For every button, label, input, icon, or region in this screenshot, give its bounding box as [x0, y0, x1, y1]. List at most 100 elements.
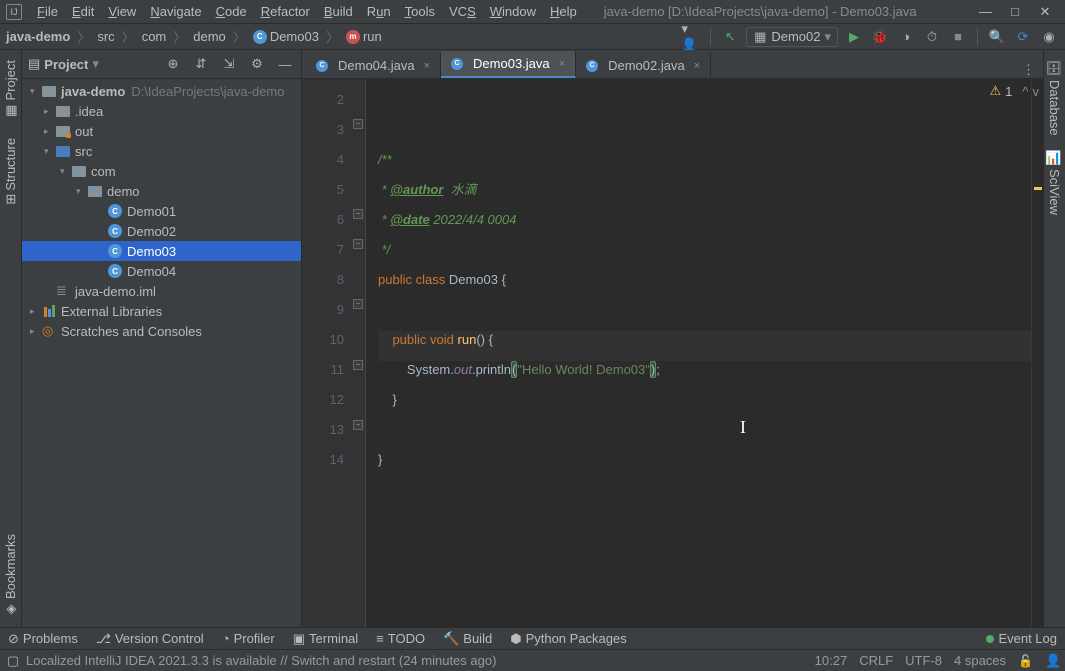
inspections-widget[interactable]: ⚠1 ^ v — [990, 83, 1040, 99]
fold-toggle-icon[interactable]: − — [353, 239, 363, 249]
tree-file-demo04[interactable]: CDemo04 — [22, 261, 301, 281]
project-icon: ▦ — [3, 103, 18, 118]
tree-scratches[interactable]: ▸◎Scratches and Consoles — [22, 321, 301, 341]
warning-marker[interactable] — [1034, 187, 1042, 190]
maximize-button[interactable]: □ — [1009, 4, 1021, 20]
terminal-icon: ▣ — [293, 631, 305, 647]
tool-version-control[interactable]: ⎇Version Control — [96, 631, 204, 647]
update-icon[interactable]: ⟳ — [1013, 27, 1033, 47]
file-encoding[interactable]: UTF-8 — [905, 653, 942, 668]
tool-windows-icon[interactable]: ▢ — [6, 653, 20, 669]
breadcrumb: java-demo 〉 src 〉 com 〉 demo 〉 CDemo03 〉… — [6, 27, 382, 46]
menu-code[interactable]: Code — [209, 4, 254, 19]
profile-icon[interactable]: ⏱ — [922, 27, 942, 47]
tree-root[interactable]: ▾java-demoD:\IdeaProjects\java-demo — [22, 81, 301, 101]
settings-gear-icon[interactable]: ⚙ — [247, 54, 267, 74]
tool-tab-database[interactable]: 🗄Database — [1047, 60, 1062, 135]
run-config-selector[interactable]: ▦ Demo02 ▾ — [746, 27, 838, 47]
menu-refactor[interactable]: Refactor — [254, 4, 317, 19]
tree-file-demo01[interactable]: CDemo01 — [22, 201, 301, 221]
search-everywhere-icon[interactable]: 🔍 — [987, 27, 1007, 47]
code-editor[interactable]: ⚠1 ^ v 234 567 8910 111213 14 − − − − − … — [302, 79, 1043, 627]
menu-view[interactable]: View — [101, 4, 143, 19]
tool-problems[interactable]: ⊘Problems — [8, 631, 78, 647]
ide-settings-icon[interactable]: ◉ — [1039, 27, 1059, 47]
tool-terminal[interactable]: ▣Terminal — [293, 631, 358, 647]
breadcrumb-pkg-com[interactable]: com — [142, 29, 167, 44]
status-message[interactable]: Localized IntelliJ IDEA 2021.3.3 is avai… — [26, 653, 496, 668]
tool-profiler[interactable]: ◔Profiler — [222, 631, 275, 646]
structure-icon: ⊞ — [3, 194, 18, 205]
fold-toggle-icon[interactable]: − — [353, 299, 363, 309]
menu-help[interactable]: Help — [543, 4, 584, 19]
project-view-selector[interactable]: ▤Project ▾ — [28, 56, 99, 72]
close-icon[interactable]: × — [694, 60, 700, 72]
fold-gutter[interactable]: − − − − − − — [352, 79, 366, 627]
tree-folder-src[interactable]: ▾src — [22, 141, 301, 161]
build-hammer-icon[interactable]: ↖ — [720, 27, 740, 47]
tool-todo[interactable]: ≡TODO — [376, 631, 425, 646]
tool-tab-structure[interactable]: ⊞Structure — [3, 138, 18, 205]
breadcrumb-class[interactable]: CDemo03 — [253, 29, 319, 44]
run-button-icon[interactable]: ▶ — [844, 27, 864, 47]
locate-icon[interactable]: ⊕ — [163, 54, 183, 74]
stop-icon[interactable]: ■ — [948, 27, 968, 47]
tab-demo04[interactable]: CDemo04.java× — [306, 53, 441, 78]
python-icon: ⬢ — [510, 631, 521, 647]
caret-position[interactable]: 10:27 — [815, 653, 848, 668]
breadcrumb-pkg-demo[interactable]: demo — [193, 29, 226, 44]
left-tool-strip: ▦Project ⊞Structure ◈Bookmarks — [0, 50, 22, 627]
menu-run[interactable]: Run — [360, 4, 398, 19]
tree-folder-idea[interactable]: ▸.idea — [22, 101, 301, 121]
close-icon[interactable]: × — [559, 58, 565, 70]
fold-toggle-icon[interactable]: − — [353, 119, 363, 129]
error-stripe[interactable] — [1031, 79, 1043, 627]
tab-demo02[interactable]: CDemo02.java× — [576, 53, 711, 78]
expand-all-icon[interactable]: ⇵ — [191, 54, 211, 74]
tree-file-iml[interactable]: ≣java-demo.iml — [22, 281, 301, 301]
menu-edit[interactable]: Edit — [65, 4, 101, 19]
tool-build[interactable]: 🔨Build — [443, 631, 492, 647]
debug-button-icon[interactable]: 🐞 — [870, 27, 890, 47]
breadcrumb-src[interactable]: src — [97, 29, 114, 44]
readonly-lock-icon[interactable]: 🔓 — [1018, 654, 1033, 668]
tool-tab-project[interactable]: ▦Project — [3, 60, 18, 118]
project-tree[interactable]: ▾java-demoD:\IdeaProjects\java-demo ▸.id… — [22, 79, 301, 627]
add-config-icon[interactable]: ▾👤 — [681, 27, 701, 47]
tool-tab-sciview[interactable]: 📊SciView — [1047, 150, 1062, 215]
code-content[interactable]: /** * @author 水滴 * @date 2022/4/4 0004 *… — [366, 79, 1031, 627]
tool-event-log[interactable]: Event Log — [986, 631, 1057, 646]
fold-toggle-icon[interactable]: − — [353, 209, 363, 219]
tree-package-demo[interactable]: ▾demo — [22, 181, 301, 201]
fold-toggle-icon[interactable]: − — [353, 420, 363, 430]
tree-folder-out[interactable]: ▸out — [22, 121, 301, 141]
menu-navigate[interactable]: Navigate — [143, 4, 208, 19]
editor-tabs: CDemo04.java× CDemo03.java× CDemo02.java… — [302, 50, 1043, 79]
fold-toggle-icon[interactable]: − — [353, 360, 363, 370]
close-button[interactable]: ✕ — [1039, 4, 1051, 20]
tool-python-packages[interactable]: ⬢Python Packages — [510, 631, 627, 647]
menu-file[interactable]: File — [30, 4, 65, 19]
tabs-menu-icon[interactable]: ⋮ — [1014, 62, 1043, 78]
tree-file-demo03[interactable]: CDemo03 — [22, 241, 301, 261]
tree-external-libs[interactable]: ▸External Libraries — [22, 301, 301, 321]
close-icon[interactable]: × — [424, 60, 430, 72]
minimize-button[interactable]: — — [979, 4, 991, 20]
menu-tools[interactable]: Tools — [398, 4, 442, 19]
breadcrumb-method[interactable]: mrun — [346, 29, 382, 44]
hide-icon[interactable]: — — [275, 54, 295, 74]
tree-package-com[interactable]: ▾com — [22, 161, 301, 181]
inspection-profile-icon[interactable]: 👤 — [1045, 653, 1059, 669]
project-toolbar: ▤Project ▾ ⊕ ⇵ ⇲ ⚙ — — [22, 50, 301, 79]
menu-window[interactable]: Window — [483, 4, 543, 19]
breadcrumb-project[interactable]: java-demo — [6, 29, 70, 44]
tree-file-demo02[interactable]: CDemo02 — [22, 221, 301, 241]
indent-setting[interactable]: 4 spaces — [954, 653, 1006, 668]
menu-vcs[interactable]: VCS — [442, 4, 483, 19]
menu-build[interactable]: Build — [317, 4, 360, 19]
tab-demo03[interactable]: CDemo03.java× — [441, 51, 576, 78]
coverage-icon[interactable]: ◑ — [896, 27, 916, 47]
collapse-all-icon[interactable]: ⇲ — [219, 54, 239, 74]
line-separator[interactable]: CRLF — [859, 653, 893, 668]
tool-tab-bookmarks[interactable]: ◈Bookmarks — [3, 534, 18, 617]
